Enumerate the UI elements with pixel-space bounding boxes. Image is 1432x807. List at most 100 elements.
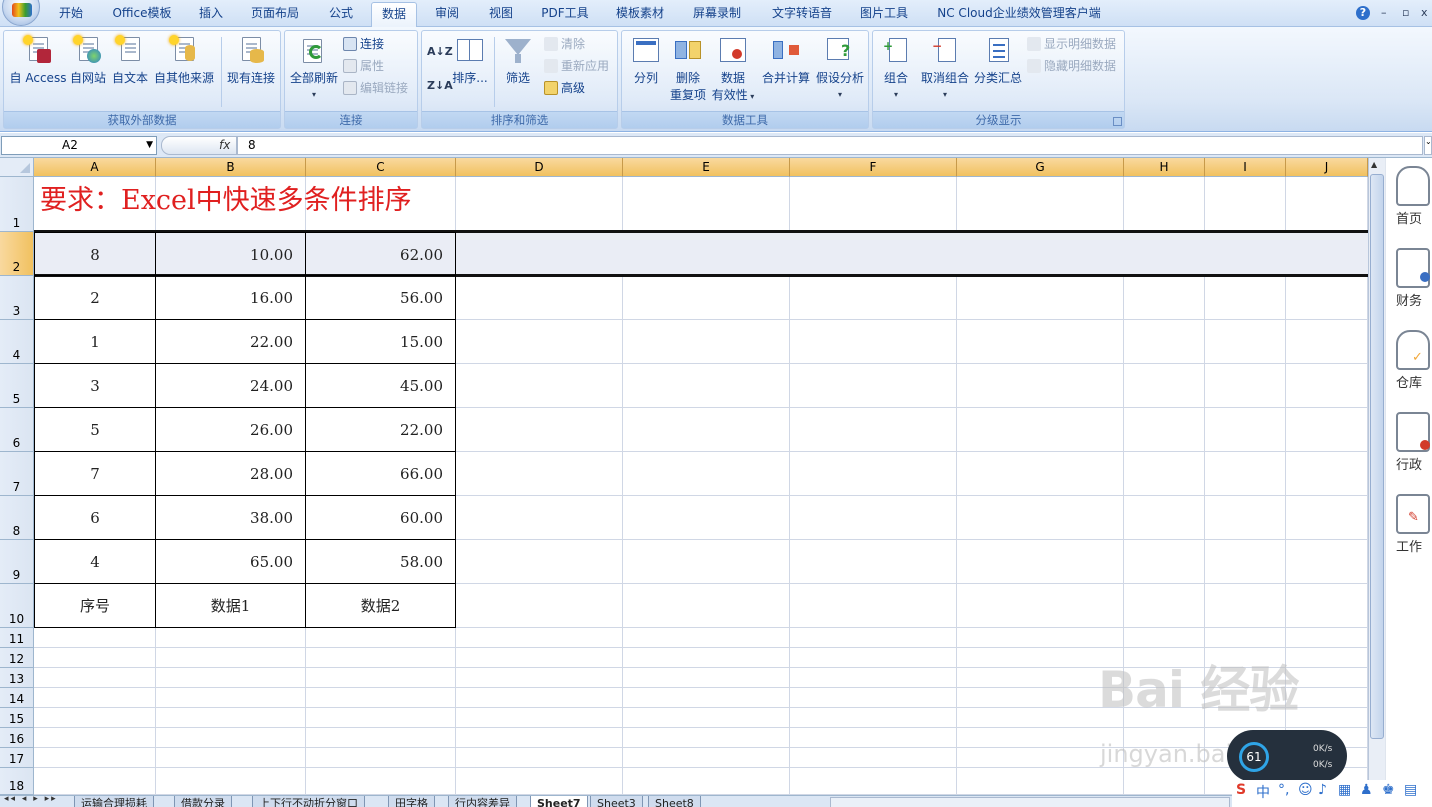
tab-office-templates[interactable]: Office模板 (104, 5, 180, 27)
office-button[interactable] (2, 0, 40, 26)
side-item-admin[interactable]: 行政 (1396, 412, 1432, 473)
network-speed-widget[interactable]: 61 0K/s 0K/s (1227, 730, 1347, 782)
column-header-G[interactable]: G (957, 158, 1124, 177)
row-header-9[interactable]: 9 (0, 540, 34, 584)
sort-ascending-button[interactable]: A↓Z (427, 43, 453, 61)
subtotal-button[interactable]: 分类汇总 (973, 35, 1023, 86)
name-box[interactable]: A2 ▼ (1, 136, 157, 155)
tab-pdf-tools[interactable]: PDF工具 (536, 5, 594, 27)
reapply-button[interactable]: 重新应用 (544, 57, 609, 75)
column-header-I[interactable]: I (1205, 158, 1286, 177)
row-header-5[interactable]: 5 (0, 364, 34, 408)
remove-duplicates-button[interactable]: 删除 重复项 (668, 35, 708, 103)
sheet-tab[interactable]: 借款分录 (174, 796, 232, 807)
table-cell[interactable]: 16.00 (156, 276, 306, 320)
scroll-up-icon[interactable]: ▲ (1371, 160, 1377, 169)
filter-button[interactable]: 筛选 (500, 35, 536, 86)
table-cell[interactable]: 7 (34, 452, 156, 496)
ime-mode[interactable]: 中 (1256, 782, 1270, 802)
sogou-icon[interactable]: S (1236, 782, 1246, 798)
restore-icon[interactable]: ▫ (1402, 6, 1409, 19)
from-text-button[interactable]: 自文本 (109, 35, 151, 86)
data-validation-button[interactable]: 数据 有效性 ▾ (711, 35, 755, 103)
what-if-analysis-button[interactable]: ? 假设分析 ▾ (814, 35, 866, 100)
help-icon[interactable]: ? (1356, 6, 1370, 20)
table-cell[interactable]: 8 (34, 232, 156, 276)
select-all-corner[interactable] (0, 158, 34, 177)
group-button[interactable]: + 组合 ▾ (879, 35, 913, 100)
row-header-18[interactable]: 18 (0, 768, 34, 795)
table-header-cell[interactable]: 数据1 (156, 584, 306, 628)
keyboard-icon[interactable]: ▦ (1338, 782, 1351, 798)
edit-links-button[interactable]: 编辑链接 (343, 79, 408, 97)
table-cell[interactable]: 38.00 (156, 496, 306, 540)
row-header-7[interactable]: 7 (0, 452, 34, 496)
row-header-4[interactable]: 4 (0, 320, 34, 364)
sheet-tab[interactable]: 运输合理损耗 (74, 796, 154, 807)
ungroup-button[interactable]: − 取消组合 ▾ (917, 35, 973, 100)
from-web-button[interactable]: 自网站 (68, 35, 108, 86)
sort-descending-button[interactable]: Z↓A (427, 77, 453, 95)
sheet-tab[interactable]: Sheet7 (530, 796, 588, 807)
advanced-filter-button[interactable]: 高级 (544, 79, 585, 97)
column-header-F[interactable]: F (790, 158, 957, 177)
tab-template-material[interactable]: 模板素材 (610, 5, 670, 27)
tab-insert[interactable]: 插入 (192, 5, 230, 27)
sort-button[interactable]: 排序... (452, 35, 488, 86)
clear-filter-button[interactable]: 清除 (544, 35, 585, 53)
table-cell[interactable]: 1 (34, 320, 156, 364)
table-cell[interactable]: 4 (34, 540, 156, 584)
tab-home[interactable]: 开始 (52, 5, 90, 27)
text-to-columns-button[interactable]: 分列 (626, 35, 666, 86)
table-cell[interactable]: 65.00 (156, 540, 306, 584)
table-cell[interactable]: 28.00 (156, 452, 306, 496)
column-header-B[interactable]: B (156, 158, 306, 177)
table-cell[interactable]: 15.00 (306, 320, 456, 364)
table-cell[interactable]: 22.00 (306, 408, 456, 452)
row-header-11[interactable]: 11 (0, 628, 34, 648)
row-header-17[interactable]: 17 (0, 748, 34, 768)
row-header-10[interactable]: 10 (0, 584, 34, 628)
row-header-13[interactable]: 13 (0, 668, 34, 688)
refresh-all-button[interactable]: 全部刷新 ▾ (289, 35, 339, 100)
user-icon[interactable]: ♟ (1360, 782, 1373, 798)
table-cell[interactable]: 60.00 (306, 496, 456, 540)
table-cell[interactable]: 66.00 (306, 452, 456, 496)
column-header-J[interactable]: J (1286, 158, 1368, 177)
sheet-tab[interactable]: 行内容差异 (448, 796, 517, 807)
side-item-warehouse[interactable]: ✓ 仓库 (1396, 330, 1432, 391)
row-header-3[interactable]: 3 (0, 276, 34, 320)
connections-button[interactable]: 连接 (343, 35, 384, 53)
sheet-tab[interactable]: Sheet3 (590, 796, 643, 807)
column-header-C[interactable]: C (306, 158, 456, 177)
row-header-15[interactable]: 15 (0, 708, 34, 728)
sheet-title[interactable]: 要求：Excel中快速多条件排序 (40, 180, 412, 222)
side-item-work[interactable]: ✎ 工作 (1396, 494, 1432, 555)
expand-formula-bar-icon[interactable]: ⌄ (1424, 136, 1432, 155)
row-header-16[interactable]: 16 (0, 728, 34, 748)
tab-page-layout[interactable]: 页面布局 (244, 5, 306, 27)
table-cell[interactable]: 56.00 (306, 276, 456, 320)
skin-icon[interactable]: ♚ (1382, 782, 1395, 798)
table-cell[interactable]: 22.00 (156, 320, 306, 364)
tab-data[interactable]: 数据 (371, 2, 417, 28)
tab-formulas[interactable]: 公式 (322, 5, 360, 27)
table-cell[interactable]: 45.00 (306, 364, 456, 408)
row-header-8[interactable]: 8 (0, 496, 34, 540)
tab-review[interactable]: 审阅 (428, 5, 466, 27)
table-cell[interactable]: 3 (34, 364, 156, 408)
row-header-2[interactable]: 2 (0, 232, 34, 276)
table-cell[interactable]: 5 (34, 408, 156, 452)
tab-view[interactable]: 视图 (482, 5, 520, 27)
column-header-D[interactable]: D (456, 158, 623, 177)
hide-detail-button[interactable]: 隐藏明细数据 (1027, 57, 1116, 75)
tab-picture-tools[interactable]: 图片工具 (854, 5, 914, 27)
name-box-dropdown-icon[interactable]: ▼ (146, 137, 153, 154)
table-cell[interactable]: 58.00 (306, 540, 456, 584)
column-header-H[interactable]: H (1124, 158, 1205, 177)
column-header-A[interactable]: A (34, 158, 156, 177)
show-detail-button[interactable]: 显示明细数据 (1027, 35, 1116, 53)
row-header-14[interactable]: 14 (0, 688, 34, 708)
table-cell[interactable]: 10.00 (156, 232, 306, 276)
table-cell[interactable]: 26.00 (156, 408, 306, 452)
